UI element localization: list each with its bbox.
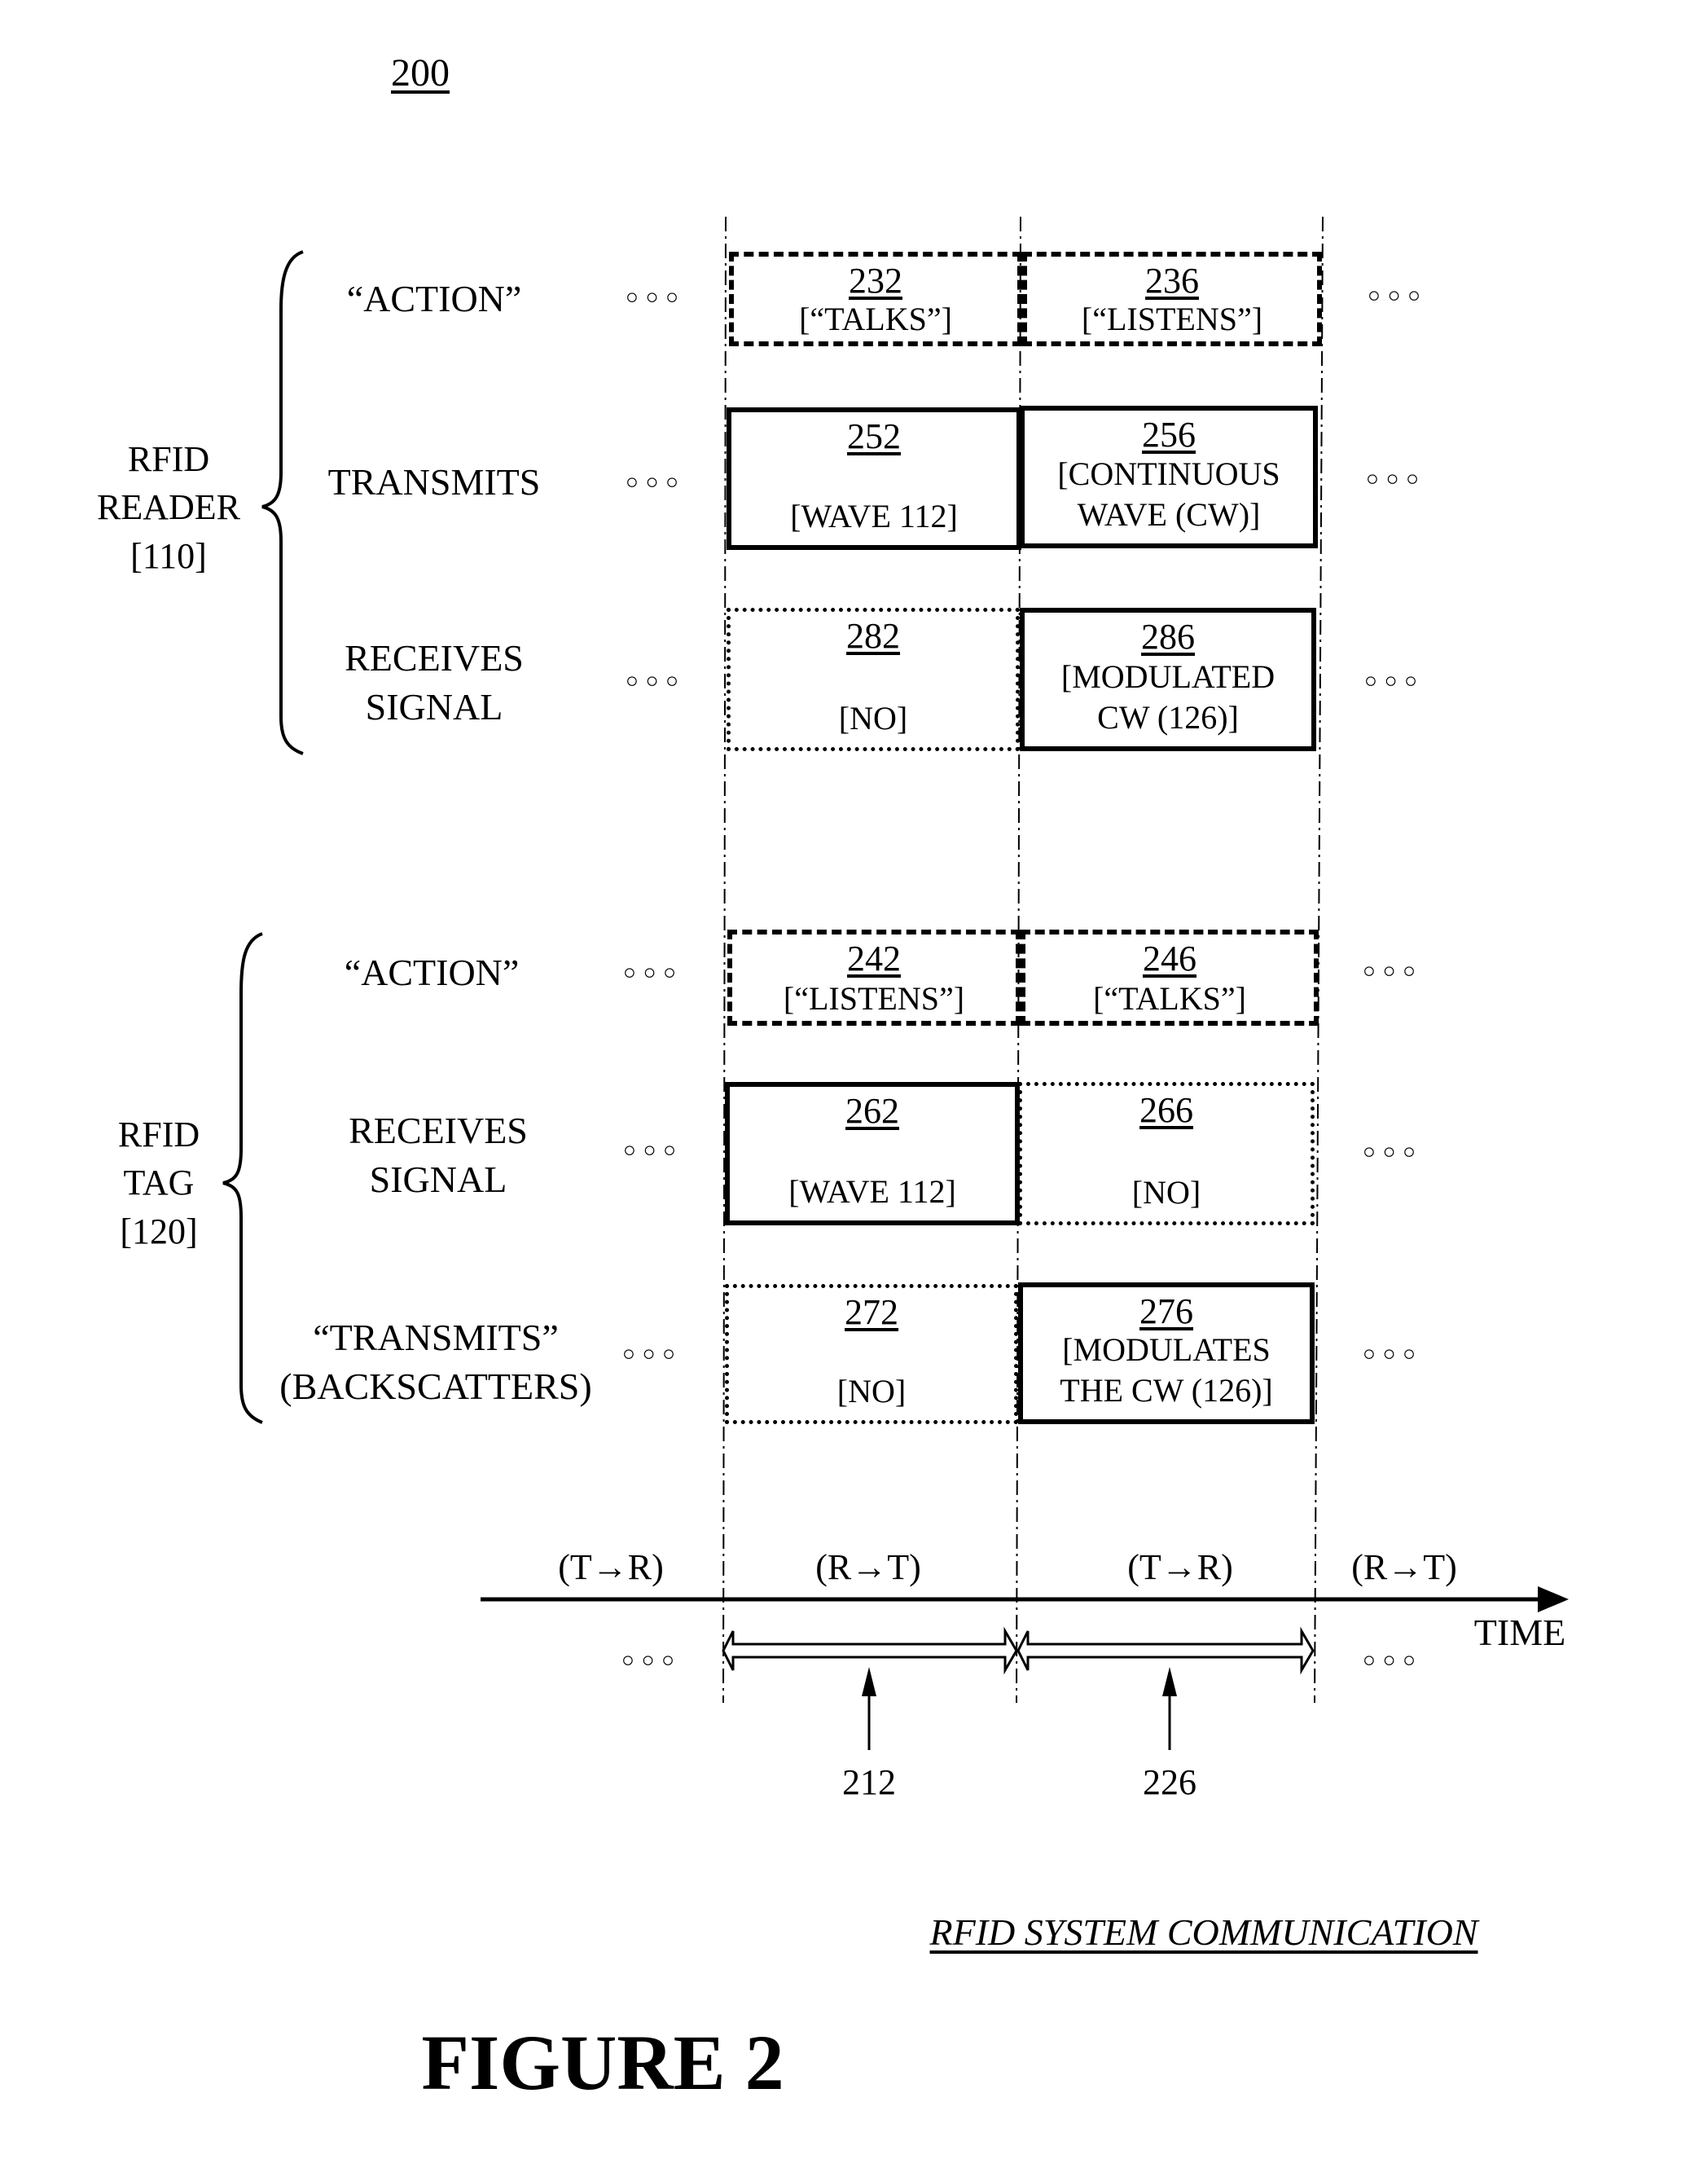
reader-row-receives-label: RECEIVES SIGNAL <box>345 637 524 728</box>
ellipsis-icon: ◦◦◦ <box>622 280 683 318</box>
diagram-caption: RFID SYSTEM COMMUNICATION <box>929 1911 1478 1953</box>
figure-title: FIGURE 2 <box>421 2019 784 2106</box>
tag-brace <box>222 932 263 1424</box>
callout-arrow-226-head <box>1162 1667 1177 1696</box>
reader-group-label: RFID READER [110] <box>97 438 240 576</box>
cell-242: 242 [“LISTENS”] <box>727 930 1021 1026</box>
cell-desc: [“TALKS”] <box>1093 980 1246 1017</box>
ellipsis-icon: ◦◦◦ <box>1359 1643 1420 1681</box>
cell-266: 266 [NO] <box>1018 1082 1315 1225</box>
cell-desc: [WAVE 112] <box>788 1173 956 1210</box>
tag-row-action-label: “ACTION” <box>344 952 520 994</box>
interval-arrow-226 <box>1016 1626 1315 1675</box>
cell-desc: [MODULATES THE CW (126)] <box>1060 1331 1273 1409</box>
cell-272: 272 [NO] <box>725 1284 1018 1424</box>
cell-246: 246 [“TALKS”] <box>1021 930 1319 1026</box>
cell-desc: [WAVE 112] <box>790 498 958 534</box>
cell-282: 282 [NO] <box>727 608 1020 751</box>
figure-number: 200 <box>391 51 450 95</box>
ellipsis-icon: ◦◦◦ <box>620 1133 680 1171</box>
time-boundary-line-1 <box>722 216 727 1704</box>
ellipsis-icon: ◦◦◦ <box>622 664 683 701</box>
cell-ref: 282 <box>846 616 900 656</box>
cell-ref: 246 <box>1143 939 1196 978</box>
patent-figure: 200 RFID READER [110] “ACTION” ◦◦◦ 232 [… <box>0 0 1708 2168</box>
cell-desc: [“LISTENS”] <box>783 980 965 1017</box>
reader-brace <box>261 250 304 755</box>
tag-row-receives-label: RECEIVES SIGNAL <box>349 1110 528 1200</box>
cell-252: 252 [WAVE 112] <box>727 407 1021 550</box>
ellipsis-icon: ◦◦◦ <box>1364 279 1425 316</box>
cell-ref: 232 <box>849 261 902 301</box>
callout-226: 226 <box>1143 1762 1196 1802</box>
cell-276: 276 [MODULATES THE CW (126)] <box>1018 1282 1315 1424</box>
reader-row-transmits-label: TRANSMITS <box>327 461 541 504</box>
phase-label-1: (T→R) <box>558 1547 664 1587</box>
cell-desc: [NO] <box>836 1373 907 1409</box>
cell-desc: [MODULATED CW (126)] <box>1060 658 1276 736</box>
phase-label-2: (R→T) <box>815 1547 921 1587</box>
time-axis-arrowhead <box>1538 1586 1569 1612</box>
cell-232: 232 [“TALKS”] <box>729 252 1022 346</box>
time-axis-label: TIME <box>1473 1612 1566 1653</box>
cell-desc: [NO] <box>838 700 908 737</box>
ellipsis-icon: ◦◦◦ <box>1359 954 1420 992</box>
cell-286: 286 [MODULATED CW (126)] <box>1020 608 1316 751</box>
cell-ref: 286 <box>1141 617 1195 657</box>
cell-ref: 276 <box>1139 1291 1193 1331</box>
cell-ref: 242 <box>847 939 901 978</box>
cell-ref: 252 <box>847 416 901 456</box>
callout-212: 212 <box>842 1762 896 1802</box>
cell-ref: 262 <box>845 1091 899 1131</box>
interval-arrow-212 <box>722 1626 1018 1675</box>
ellipsis-icon: ◦◦◦ <box>620 956 680 993</box>
cell-256: 256 [CONTINUOUS WAVE (CW)] <box>1020 406 1318 548</box>
ellipsis-icon: ◦◦◦ <box>1359 1135 1420 1172</box>
callout-arrow-212-head <box>862 1667 876 1696</box>
ellipsis-icon: ◦◦◦ <box>619 1337 679 1374</box>
ellipsis-icon: ◦◦◦ <box>618 1643 678 1681</box>
tag-row-transmits-label: “TRANSMITS” (BACKSCATTERS) <box>279 1317 592 1407</box>
ellipsis-icon: ◦◦◦ <box>622 465 683 503</box>
cell-desc: [CONTINUOUS WAVE (CW)] <box>1057 455 1280 533</box>
cell-ref: 236 <box>1145 261 1199 301</box>
cell-262: 262 [WAVE 112] <box>725 1082 1020 1225</box>
cell-desc: [NO] <box>1131 1174 1201 1211</box>
phase-label-4: (R→T) <box>1351 1547 1457 1587</box>
cell-236: 236 [“LISTENS”] <box>1022 252 1322 346</box>
reader-row-action-label: “ACTION” <box>346 278 522 320</box>
ellipsis-icon: ◦◦◦ <box>1363 462 1423 499</box>
tag-group-label: RFID TAG [120] <box>117 1114 200 1251</box>
cell-ref: 266 <box>1139 1090 1193 1130</box>
ellipsis-icon: ◦◦◦ <box>1361 664 1421 701</box>
ellipsis-icon: ◦◦◦ <box>1359 1337 1420 1374</box>
cell-ref: 272 <box>845 1292 898 1332</box>
cell-desc: [“TALKS”] <box>799 301 952 337</box>
cell-desc: [“LISTENS”] <box>1081 301 1263 337</box>
cell-ref: 256 <box>1142 415 1196 455</box>
phase-label-3: (T→R) <box>1127 1547 1233 1587</box>
